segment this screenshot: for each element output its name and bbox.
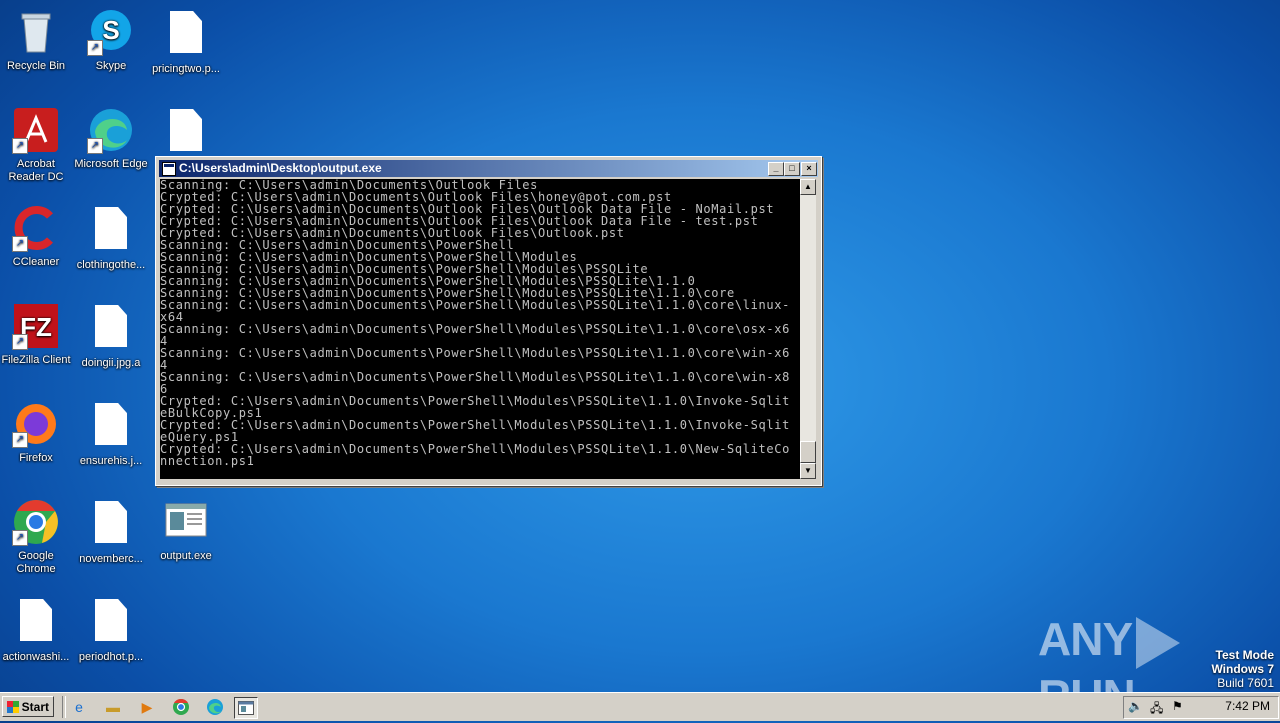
- file-icon: [87, 501, 135, 549]
- ie-icon[interactable]: e: [68, 697, 90, 717]
- taskbar-separator: [62, 696, 66, 718]
- shortcut-arrow-icon: ↗: [12, 138, 28, 154]
- desktop-icon-microsoft-edge[interactable]: ↗ Microsoft Edge: [73, 106, 149, 171]
- shortcut-arrow-icon: ↗: [87, 40, 103, 56]
- console-window[interactable]: C:\Users\admin\Desktop\output.exe _ □ × …: [155, 156, 822, 486]
- maximize-button[interactable]: □: [784, 162, 800, 176]
- recycle-bin-icon: [12, 8, 60, 56]
- firefox-icon: ↗: [12, 400, 60, 448]
- scroll-down-arrow-icon[interactable]: ▼: [800, 463, 816, 479]
- desktop-icon-clothingothe[interactable]: clothingothe...: [73, 204, 149, 272]
- clock[interactable]: 7:42 PM: [1225, 699, 1270, 713]
- scroll-up-arrow-icon[interactable]: ▲: [800, 179, 816, 195]
- desktop-icon-novemberc[interactable]: novemberc...: [73, 498, 149, 566]
- shortcut-arrow-icon: ↗: [12, 334, 28, 350]
- network-icon[interactable]: 🖧: [1150, 699, 1163, 720]
- desktop-icon-hidden-file[interactable]: [148, 106, 224, 161]
- test-mode-notice: Test Mode Windows 7 Build 7601: [1211, 648, 1274, 690]
- ccleaner-icon: ↗: [12, 204, 60, 252]
- console-line: Scanning: C:\Users\admin\Documents\Power…: [160, 370, 790, 384]
- console-taskbar-button[interactable]: [234, 697, 258, 719]
- console-title: C:\Users\admin\Desktop\output.exe: [179, 161, 382, 175]
- file-icon: [87, 207, 135, 255]
- file-icon: [87, 403, 135, 451]
- file-icon: [12, 599, 60, 647]
- desktop-icon-periodhot[interactable]: periodhot.p...: [73, 596, 149, 664]
- desktop-icon-actionwashi[interactable]: actionwashi...: [0, 596, 74, 664]
- desktop-icon-doingii[interactable]: doingii.jpg.a: [73, 302, 149, 370]
- file-icon: [162, 109, 210, 157]
- file-icon: [162, 11, 210, 59]
- volume-icon[interactable]: 🔈: [1128, 699, 1143, 713]
- console-line: Scanning: C:\Users\admin\Documents\Power…: [160, 298, 790, 312]
- acrobat-icon: ↗: [12, 106, 60, 154]
- console-app-icon: [162, 162, 176, 176]
- desktop-icon-ensurehis[interactable]: ensurehis.j...: [73, 400, 149, 468]
- taskbar: Start e ▬ ▶ 🔈 🖧 ⚑ 7:42 PM: [0, 692, 1280, 721]
- shortcut-arrow-icon: ↗: [12, 236, 28, 252]
- file-icon: [87, 305, 135, 353]
- media-player-icon[interactable]: ▶: [136, 697, 158, 717]
- console-scrollbar[interactable]: ▲ ▼: [800, 179, 816, 479]
- desktop-icon-ccleaner[interactable]: ↗ CCleaner: [0, 204, 74, 269]
- console-titlebar[interactable]: C:\Users\admin\Desktop\output.exe _ □ ×: [159, 160, 818, 177]
- scroll-thumb[interactable]: [800, 441, 816, 463]
- filezilla-icon: FZ ↗: [12, 302, 60, 350]
- svg-text:S: S: [102, 15, 119, 45]
- desktop-icon-acrobat-reader[interactable]: ↗ Acrobat Reader DC: [0, 106, 74, 184]
- desktop-icon-filezilla[interactable]: FZ ↗ FileZilla Client: [0, 302, 74, 367]
- exe-window-icon: [162, 498, 210, 546]
- desktop-icon-output-exe[interactable]: output.exe: [148, 498, 224, 563]
- console-line: Scanning: C:\Users\admin\Documents\Power…: [160, 322, 790, 336]
- desktop-icon-firefox[interactable]: ↗ Firefox: [0, 400, 74, 465]
- shortcut-arrow-icon: ↗: [12, 530, 28, 546]
- file-icon: [87, 599, 135, 647]
- desktop-icon-recycle-bin[interactable]: Recycle Bin: [0, 8, 74, 73]
- console-line: nnection.ps1: [160, 454, 255, 468]
- chrome-icon: ↗: [12, 498, 60, 546]
- start-button[interactable]: Start: [2, 696, 54, 717]
- shortcut-arrow-icon: ↗: [87, 138, 103, 154]
- edge-taskbar-icon[interactable]: [204, 697, 226, 717]
- windows-flag-icon: [7, 701, 19, 713]
- shortcut-arrow-icon: ↗: [12, 432, 28, 448]
- desktop-icon-skype[interactable]: S ↗ Skype: [73, 8, 149, 73]
- edge-icon: ↗: [87, 106, 135, 154]
- skype-icon: S ↗: [87, 8, 135, 56]
- folder-icon[interactable]: ▬: [102, 697, 124, 717]
- desktop-icon-pricingtwo[interactable]: pricingtwo.p...: [148, 8, 224, 76]
- console-line: Crypted: C:\Users\admin\Documents\PowerS…: [160, 418, 790, 432]
- chrome-taskbar-icon[interactable]: [170, 697, 192, 717]
- system-tray: 🔈 🖧 ⚑ 7:42 PM: [1123, 696, 1279, 719]
- action-center-flag-icon[interactable]: ⚑: [1172, 699, 1183, 713]
- play-triangle-icon: [1136, 616, 1181, 669]
- minimize-button[interactable]: _: [768, 162, 784, 176]
- console-line: Scanning: C:\Users\admin\Documents\Power…: [160, 346, 790, 360]
- console-output[interactable]: Scanning: C:\Users\admin\Documents\Outlo…: [160, 179, 800, 479]
- desktop-icon-google-chrome[interactable]: ↗ Google Chrome: [0, 498, 74, 576]
- console-line: Crypted: C:\Users\admin\Documents\PowerS…: [160, 442, 790, 456]
- close-button[interactable]: ×: [801, 162, 817, 176]
